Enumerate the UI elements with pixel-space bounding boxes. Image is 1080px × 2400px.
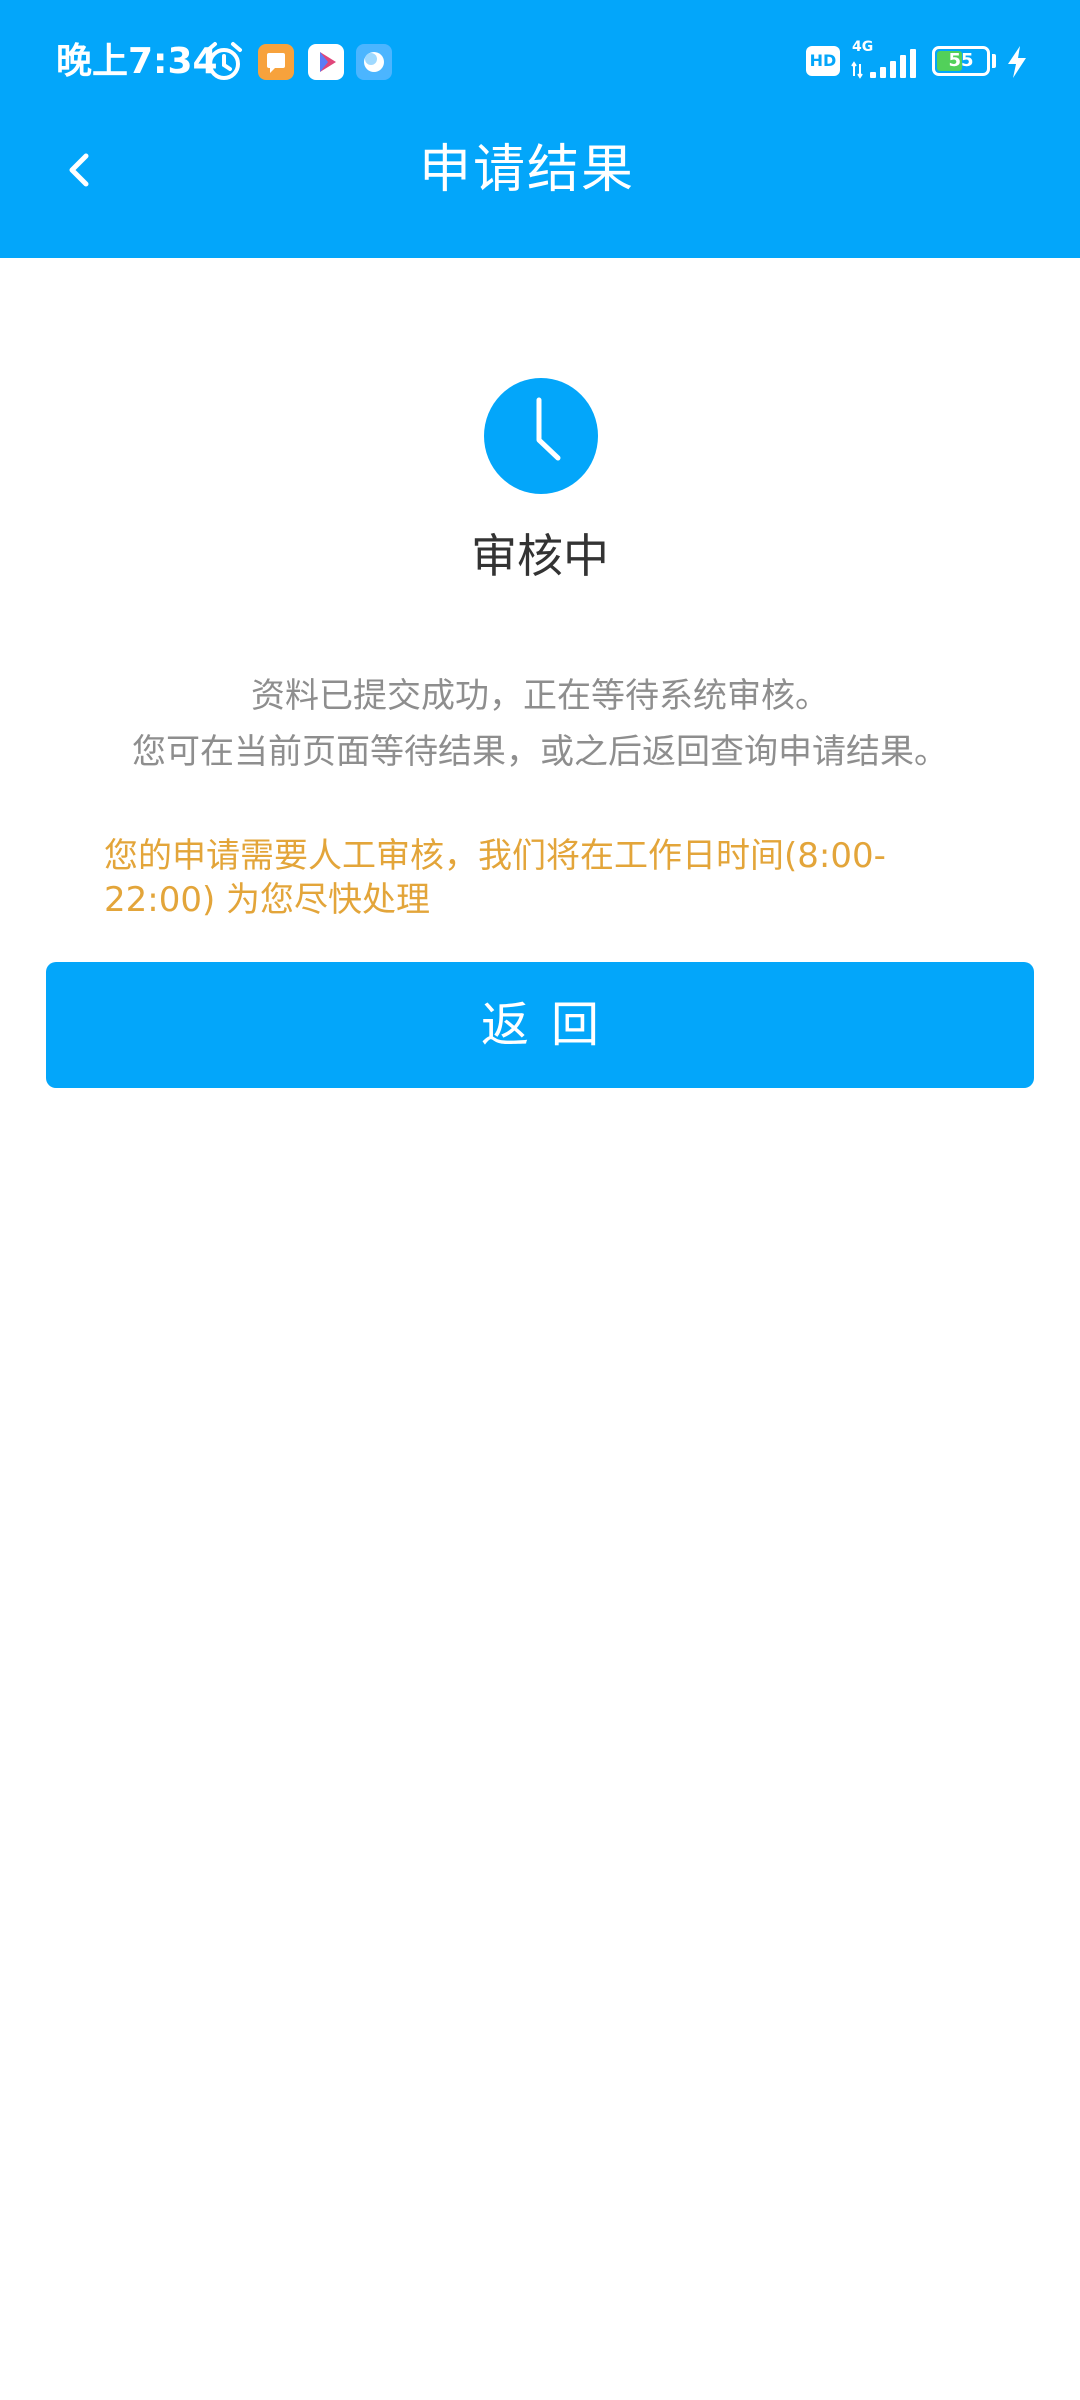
- signal-icon: [851, 49, 916, 79]
- message-app-icon: [258, 44, 294, 80]
- video-app-icon: [308, 44, 344, 80]
- page-title: 申请结果: [418, 140, 635, 200]
- battery-percent: 55: [948, 50, 974, 71]
- status-title: 审核中: [471, 529, 609, 583]
- battery-icon: 55: [932, 46, 990, 76]
- clock-icon: [484, 378, 598, 494]
- description-line-2: 您可在当前页面等待结果，或之后返回查询申请结果。: [132, 732, 948, 772]
- chat-app-icon: [356, 44, 392, 80]
- status-time: 晚上7:34: [56, 41, 218, 82]
- hd-badge: HD: [806, 46, 840, 76]
- header-bar: 晚上7:34 HD 4G 55 申请结果: [0, 0, 1080, 258]
- battery-tip: [992, 54, 996, 68]
- charging-icon: [1008, 46, 1026, 78]
- status-bar: 晚上7:34 HD 4G 55: [0, 0, 1080, 126]
- manual-review-notice: 您的申请需要人工审核，我们将在工作日时间(8:00-22:00) 为您尽快处理: [104, 836, 886, 920]
- alarm-icon: [206, 42, 242, 80]
- description-line-1: 资料已提交成功，正在等待系统审核。: [251, 676, 829, 716]
- return-button[interactable]: 返回: [46, 962, 1034, 1088]
